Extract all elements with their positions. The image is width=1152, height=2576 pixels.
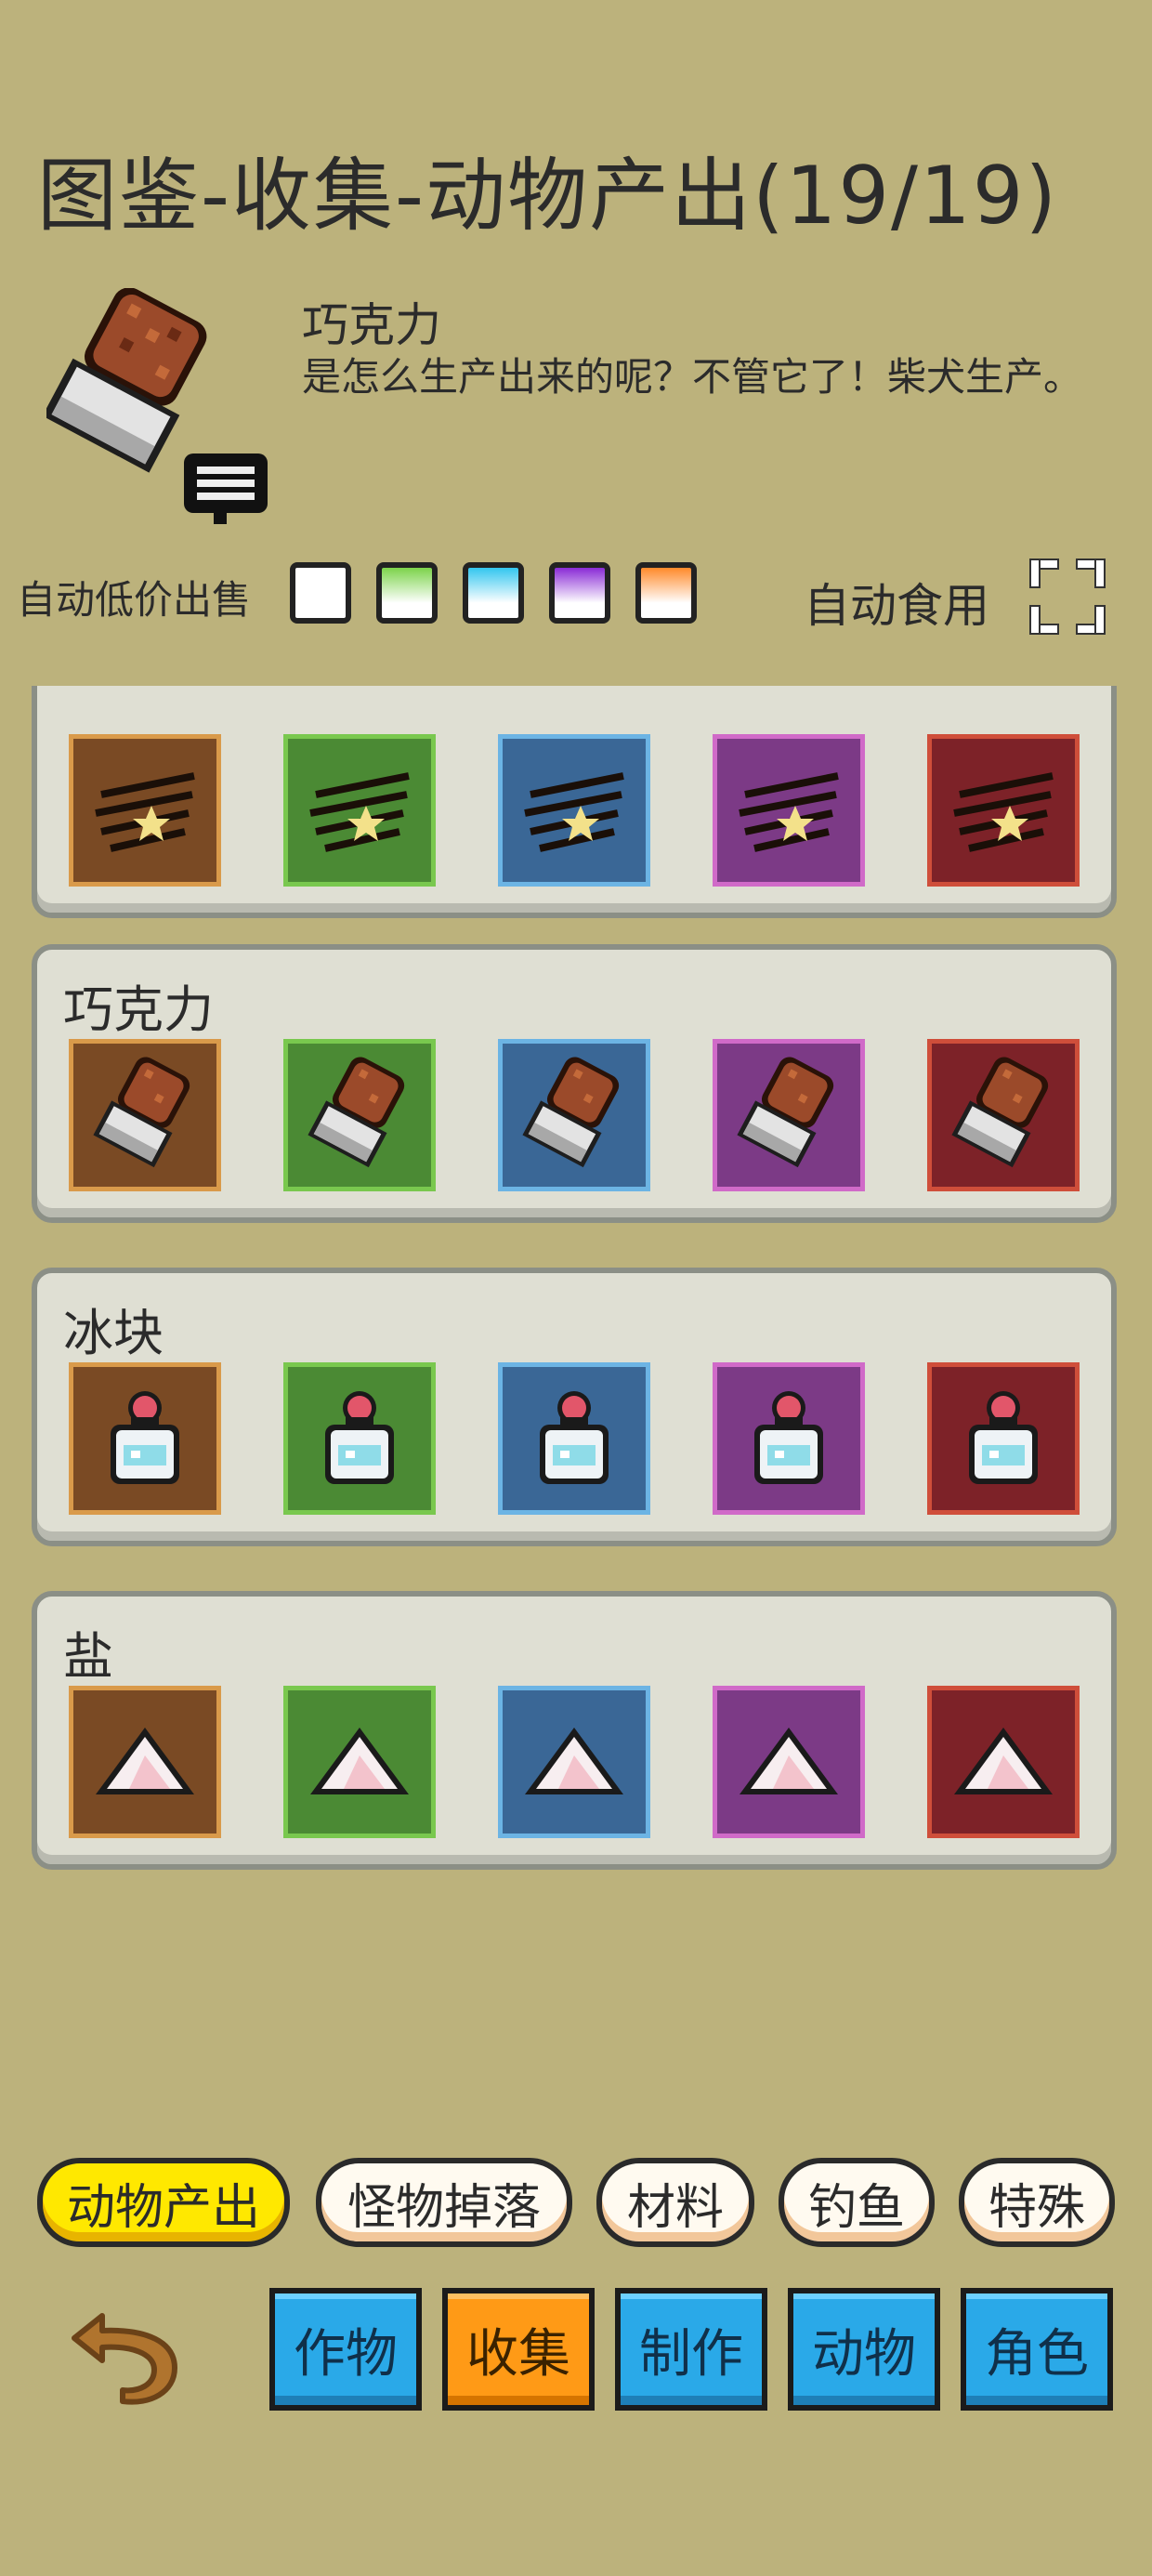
item-tile-legendary[interactable] [927,1362,1080,1515]
page-title: 图鉴-收集-动物产出(19/19) [37,150,1059,243]
item-tile-uncommon[interactable] [283,1686,436,1838]
ice-jar-icon [969,1391,1038,1484]
item-tile-epic[interactable] [713,1686,865,1838]
auto-sell-white-toggle[interactable] [290,562,351,624]
chocolate-icon [951,1057,1049,1168]
ice-jar-icon [754,1391,823,1484]
nav-crops[interactable]: 作物 [269,2288,422,2411]
panel-title: 盐 [63,1627,113,1686]
tab-materials[interactable]: 材料 [596,2158,754,2247]
panel-title: 冰块 [63,1304,164,1362]
ice-jar-icon [325,1391,394,1484]
item-tile-rare[interactable] [498,734,650,887]
salt-icon [740,1728,838,1794]
item-tile-uncommon[interactable] [283,734,436,887]
salt-icon [525,1728,623,1794]
item-tile-common[interactable] [69,1362,221,1515]
salt-icon [96,1728,194,1794]
auto-sell-blue-toggle[interactable] [463,562,524,624]
auto-sell-label: 自动低价出售 [17,577,252,623]
hair-icon [95,772,195,852]
selected-item-preview [42,287,279,530]
chocolate-icon [93,1057,190,1168]
item-tile-rare[interactable] [498,1039,650,1191]
collection-panel-chocolate: 巧克力 [32,944,1117,1223]
panel-title: 巧克力 [63,980,214,1039]
item-tile-common[interactable] [69,1686,221,1838]
hair-icon [953,772,1054,852]
collection-panel-salt: 盐 [32,1591,1117,1870]
collection-panel-ice: 冰块 [32,1268,1117,1546]
hair-icon [739,772,839,852]
item-tile-rare[interactable] [498,1362,650,1515]
auto-eat-label: 自动食用 [804,579,989,633]
item-tile-epic[interactable] [713,1362,865,1515]
selected-item-name: 巧克力 [302,298,441,352]
salt-icon [954,1728,1053,1794]
item-tile-common[interactable] [69,1039,221,1191]
nav-crafting[interactable]: 制作 [615,2288,767,2411]
chocolate-icon [308,1057,405,1168]
item-tile-epic[interactable] [713,734,865,887]
expand-corners-icon [1029,559,1106,635]
chocolate-icon [42,287,268,524]
item-tile-legendary[interactable] [927,1686,1080,1838]
auto-eat-toggle[interactable] [1027,556,1108,637]
item-tile-uncommon[interactable] [283,1039,436,1191]
tab-fishing[interactable]: 钓鱼 [779,2158,935,2247]
nav-animals[interactable]: 动物 [788,2288,940,2411]
auto-sell-orange-toggle[interactable] [635,562,697,624]
back-button[interactable] [65,2295,186,2407]
chocolate-icon [522,1057,620,1168]
collection-panel-hair [32,686,1117,918]
collection-list[interactable]: 巧克力 冰块 盐 [0,686,1152,1885]
chocolate-icon [737,1057,834,1168]
item-tile-uncommon[interactable] [283,1362,436,1515]
nav-collection[interactable]: 收集 [442,2288,595,2411]
ice-jar-icon [540,1391,609,1484]
item-tile-epic[interactable] [713,1039,865,1191]
nav-characters[interactable]: 角色 [961,2288,1113,2411]
tab-monster-drops[interactable]: 怪物掉落 [316,2158,572,2247]
item-tile-rare[interactable] [498,1686,650,1838]
undo-arrow-icon [72,2313,177,2405]
item-tile-legendary[interactable] [927,734,1080,887]
hair-icon [309,772,410,852]
ice-jar-icon [111,1391,179,1484]
hair-icon [524,772,624,852]
selected-item-description: 是怎么生产出来的呢？不管它了！柴犬生产。 [302,354,1083,400]
item-tile-common[interactable] [69,734,221,887]
auto-sell-purple-toggle[interactable] [549,562,610,624]
item-tile-legendary[interactable] [927,1039,1080,1191]
tab-special[interactable]: 特殊 [959,2158,1115,2247]
tab-animal-products[interactable]: 动物产出 [37,2158,290,2247]
auto-sell-green-toggle[interactable] [376,562,438,624]
salt-icon [310,1728,409,1794]
